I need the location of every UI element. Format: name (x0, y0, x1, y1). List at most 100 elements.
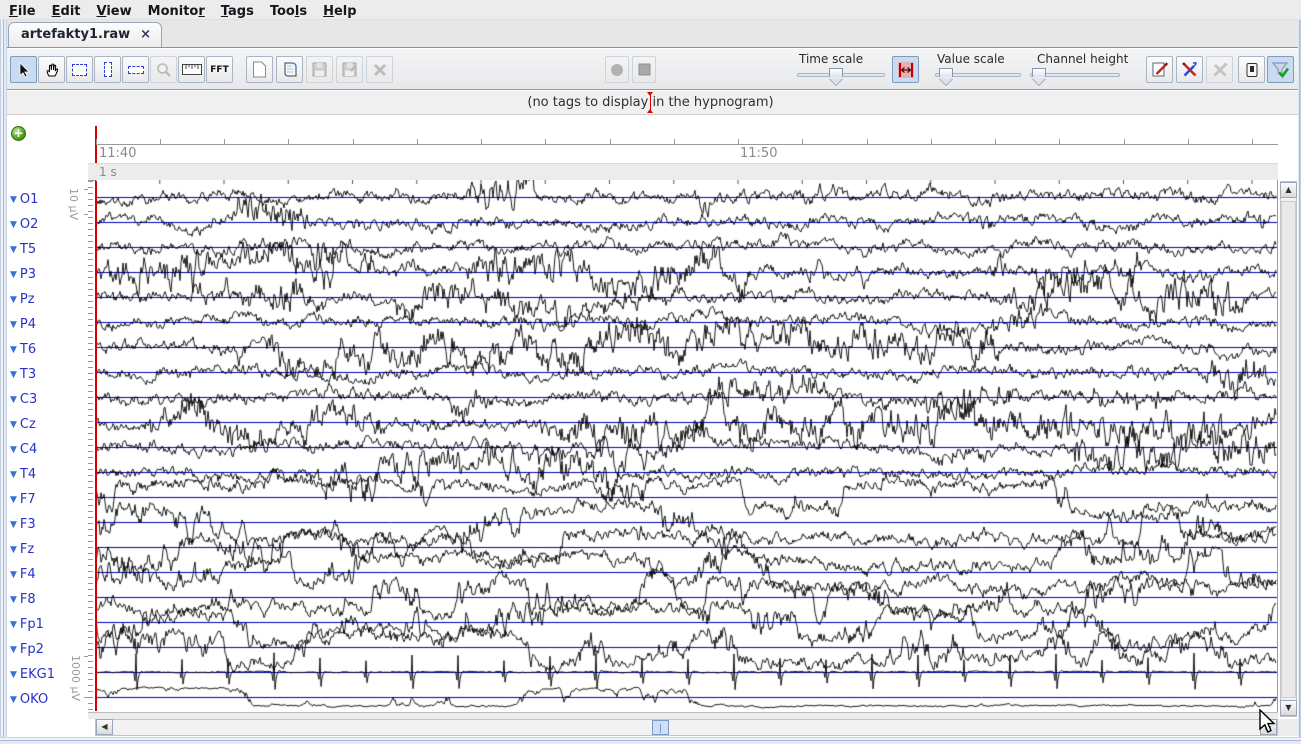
scroll-left-button[interactable]: ◀ (96, 719, 113, 735)
channel-dropdown-icon[interactable]: ▼ (10, 220, 17, 230)
channel-dropdown-icon[interactable]: ▼ (10, 320, 17, 330)
channel-label-O2[interactable]: ▼O2 (10, 213, 38, 230)
vertical-scrollbar[interactable]: ▲ ▼ (1280, 181, 1297, 717)
menu-help[interactable]: Help (316, 3, 363, 22)
menu-monitor[interactable]: Monitor (141, 3, 212, 22)
menu-view[interactable]: View (90, 3, 139, 22)
channel-label-P4[interactable]: ▼P4 (10, 313, 36, 330)
channel-dropdown-icon[interactable]: ▼ (10, 420, 17, 430)
save-tags-button[interactable] (306, 56, 333, 83)
column-select-tool-button[interactable] (94, 56, 121, 83)
open-tag-document-button[interactable] (276, 56, 303, 83)
channel-label-T5[interactable]: ▼T5 (10, 238, 36, 255)
channel-dropdown-icon[interactable]: ▼ (10, 345, 17, 355)
channel-label-F8[interactable]: ▼F8 (10, 588, 36, 605)
value-scale-slider[interactable] (935, 68, 1021, 84)
fft-tool-button[interactable]: FFT (206, 56, 233, 83)
channel-label-P3[interactable]: ▼P3 (10, 263, 36, 280)
menu-tools[interactable]: Tools (263, 3, 314, 22)
channel-label-Fp1[interactable]: ▼Fp1 (10, 613, 44, 630)
scroll-down-button[interactable]: ▼ (1280, 700, 1297, 716)
channel-dropdown-icon[interactable]: ▼ (10, 695, 17, 705)
time-scale-slider[interactable] (797, 68, 885, 84)
channel-label-Pz[interactable]: ▼Pz (10, 288, 35, 305)
value-axis-rail (88, 181, 95, 711)
measure-tool-button[interactable] (178, 56, 205, 83)
channel-label-F4[interactable]: ▼F4 (10, 563, 36, 580)
channel-dropdown-icon[interactable]: ▼ (10, 570, 17, 580)
preferences-button[interactable] (1176, 56, 1203, 83)
ruler-tick (224, 139, 225, 145)
device-settings-button[interactable] (1238, 56, 1265, 83)
channel-label-T3[interactable]: ▼T3 (10, 363, 36, 380)
signal-canvas[interactable] (95, 180, 1277, 711)
channel-dropdown-icon[interactable]: ▼ (10, 295, 17, 305)
add-channel-button[interactable]: + (11, 126, 26, 141)
channel-dropdown-icon[interactable]: ▼ (10, 270, 17, 280)
amplitude-scale-label-eeg: 10 µV (67, 188, 80, 220)
tab-artefakty1-raw[interactable]: artefakty1.raw× (8, 22, 162, 47)
stop-button[interactable] (632, 56, 656, 83)
record-button[interactable] (605, 56, 629, 83)
time-scale-label: Time scale (799, 52, 863, 66)
disabled-tools-button[interactable] (1206, 56, 1233, 83)
channel-height-slider-thumb[interactable] (1032, 68, 1046, 77)
signal-view[interactable] (95, 180, 1277, 711)
channel-label-EKG1[interactable]: ▼EKG1 (10, 663, 55, 680)
channel-dropdown-icon[interactable]: ▼ (10, 645, 17, 655)
ruler-mid-time: 11:50 (740, 146, 777, 161)
channel-label-O1[interactable]: ▼O1 (10, 188, 38, 205)
menu-tags[interactable]: Tags (214, 3, 261, 22)
scroll-up-button[interactable]: ▲ (1280, 182, 1297, 198)
channel-label-C4[interactable]: ▼C4 (10, 438, 37, 455)
channel-height-slider[interactable] (1030, 68, 1120, 84)
tab-close-icon[interactable]: × (140, 27, 151, 42)
montage-editor-button[interactable] (1146, 56, 1173, 83)
channel-dropdown-icon[interactable]: ▼ (10, 395, 17, 405)
ruler-tick (867, 139, 868, 145)
channel-label-T6[interactable]: ▼T6 (10, 338, 36, 355)
channel-label-Cz[interactable]: ▼Cz (10, 413, 36, 430)
ruler-tick (1124, 139, 1125, 145)
channel-dropdown-icon[interactable]: ▼ (10, 470, 17, 480)
new-tag-document-button[interactable] (246, 56, 273, 83)
tab-bar: artefakty1.raw× (0, 20, 1301, 47)
horizontal-scrollbar-thumb[interactable] (652, 720, 669, 735)
close-tags-button[interactable] (366, 56, 393, 83)
channel-label-Fz[interactable]: ▼Fz (10, 538, 34, 555)
channel-dropdown-icon[interactable]: ▼ (10, 245, 17, 255)
channel-dropdown-icon[interactable]: ▼ (10, 495, 17, 505)
menu-edit[interactable]: Edit (45, 3, 88, 22)
channel-dropdown-icon[interactable]: ▼ (10, 370, 17, 380)
scrollbar-corner (1278, 719, 1298, 736)
hypnogram-position-marker[interactable] (650, 93, 651, 112)
filter-toggle-button[interactable] (1267, 56, 1294, 83)
open-document-icon (281, 61, 298, 78)
channel-label-T4[interactable]: ▼T4 (10, 463, 36, 480)
channel-dropdown-icon[interactable]: ▼ (10, 620, 17, 630)
channel-label-C3[interactable]: ▼C3 (10, 388, 37, 405)
channel-dropdown-icon[interactable]: ▼ (10, 195, 17, 205)
value-scale-slider-thumb[interactable] (939, 68, 953, 77)
horizontal-scrollbar[interactable]: ◀ ▶ (95, 719, 1278, 736)
channel-dropdown-icon[interactable]: ▼ (10, 445, 17, 455)
pan-tool-button[interactable] (38, 56, 65, 83)
rectangle-select-tool-button[interactable] (66, 56, 93, 83)
channel-dropdown-icon[interactable]: ▼ (10, 520, 17, 530)
channel-dropdown-icon[interactable]: ▼ (10, 545, 17, 555)
channel-label-F7[interactable]: ▼F7 (10, 488, 36, 505)
time-scale-slider-thumb[interactable] (829, 68, 843, 77)
channel-dropdown-icon[interactable]: ▼ (10, 595, 17, 605)
select-tool-button[interactable] (10, 56, 37, 83)
vertical-scrollbar-thumb[interactable] (1281, 201, 1296, 698)
menu-file[interactable]: File (2, 3, 43, 22)
channel-dropdown-icon[interactable]: ▼ (10, 670, 17, 680)
column-select-icon (104, 62, 112, 77)
channel-label-OKO[interactable]: ▼OKO (10, 688, 48, 705)
channel-label-Fp2[interactable]: ▼Fp2 (10, 638, 44, 655)
channel-label-F3[interactable]: ▼F3 (10, 513, 36, 530)
zoom-tool-button[interactable] (150, 56, 177, 83)
fit-page-width-toggle[interactable] (892, 56, 919, 83)
row-select-tool-button[interactable] (122, 56, 149, 83)
save-tags-as-button[interactable] (336, 56, 363, 83)
